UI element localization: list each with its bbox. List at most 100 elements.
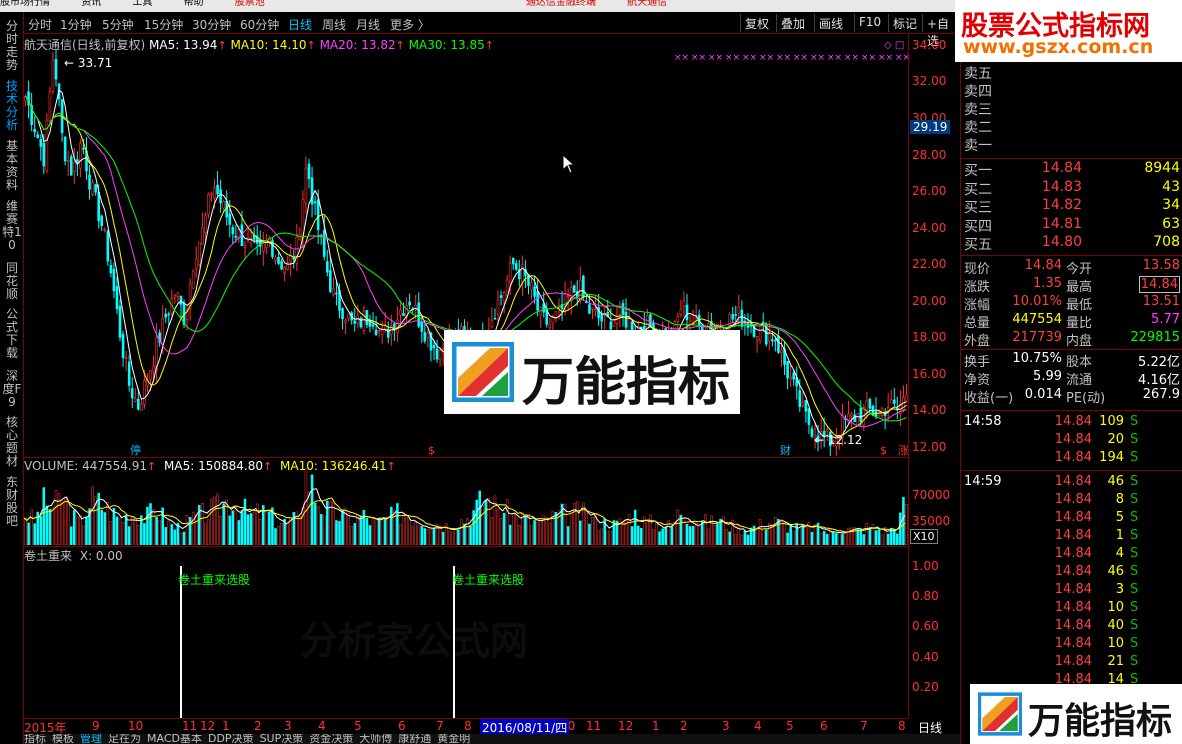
quote-label: 涨跌	[964, 280, 991, 295]
volume-bar	[60, 502, 64, 545]
bid-price: 14.80	[1041, 234, 1082, 250]
indicator-tab[interactable]: 黄金明	[437, 734, 470, 744]
menu-item-stockpool[interactable]: 股票池	[235, 0, 265, 8]
volume-bar	[347, 513, 350, 545]
volume-bar	[612, 520, 616, 545]
indicator-tab[interactable]: 足在为	[108, 734, 141, 744]
bid-row[interactable]: 买四 14.81 63	[962, 216, 1182, 235]
period-1min[interactable]: 1分钟	[60, 16, 92, 33]
indicator-tab[interactable]: 指标	[24, 734, 46, 744]
candle-body	[755, 336, 759, 341]
mark-button[interactable]: 标记	[888, 14, 921, 32]
candle-body	[283, 267, 286, 274]
vtab-tonghuashun[interactable]: 同花顺	[2, 262, 22, 301]
candle-body	[133, 398, 137, 402]
period-more[interactable]: 更多 〉	[390, 16, 430, 33]
bid-row[interactable]: 买二 14.83 43	[962, 179, 1182, 198]
event-marker-icon: ××	[674, 53, 689, 63]
vtab-eastmoney-forum[interactable]: 东财股吧	[2, 476, 22, 528]
draw-button[interactable]: 画线	[814, 14, 847, 32]
candle-body	[39, 139, 43, 147]
menu-item-help[interactable]: 帮助	[184, 0, 204, 8]
tick-volume: 5	[1115, 510, 1124, 525]
tick-side: S	[1130, 654, 1139, 669]
vtab-depth-f9[interactable]: 深度F9	[2, 370, 22, 409]
volume-bar	[801, 524, 805, 545]
volume-bar	[511, 513, 515, 545]
period-5min[interactable]: 5分钟	[102, 16, 134, 33]
bid-row[interactable]: 买三 14.82 34	[962, 197, 1182, 216]
adjust-button[interactable]: 复权	[740, 14, 773, 32]
indicator-tab[interactable]: SUP决策	[260, 734, 304, 744]
candle-body	[432, 345, 436, 349]
diamond-icon[interactable]: ◇ □	[884, 40, 904, 51]
menu-item-market[interactable]: 股市场行情	[0, 0, 50, 8]
candle-body	[435, 348, 439, 360]
volume-bar	[191, 511, 195, 545]
date-tick: 12	[618, 719, 634, 733]
candle-body	[493, 317, 497, 320]
candle-body	[54, 58, 58, 80]
indicator-tab[interactable]: 资金决策	[309, 734, 353, 744]
period-60min[interactable]: 60分钟	[240, 16, 279, 33]
period-15min[interactable]: 15分钟	[144, 16, 183, 33]
event-stamp[interactable]: $	[428, 444, 435, 456]
event-stamp[interactable]: 涨	[898, 444, 908, 456]
candle-body	[551, 316, 555, 324]
menu-item-news[interactable]: 资讯	[81, 0, 101, 8]
volume-bar	[789, 524, 792, 545]
tick-side: S	[1130, 546, 1139, 561]
indicator-tab[interactable]: 大师傅	[359, 734, 392, 744]
bid-volume: 34	[1162, 197, 1180, 213]
candle-body	[326, 261, 329, 273]
tick-volume: 46	[1107, 474, 1124, 489]
volume-bar	[655, 522, 658, 545]
volume-unit-button[interactable]: X10	[910, 529, 938, 544]
volume-bar	[362, 510, 366, 545]
period-30min[interactable]: 30分钟	[192, 16, 231, 33]
event-stamp[interactable]: 财	[780, 443, 791, 456]
indicator-tab[interactable]: DDP决策	[208, 734, 254, 744]
bid-row[interactable]: 买一 14.84 8944	[962, 160, 1182, 179]
ask-label: 卖一	[964, 138, 992, 154]
f10-button[interactable]: F10	[854, 14, 885, 32]
period-weekly[interactable]: 周线	[322, 16, 346, 33]
period-daily[interactable]: 日线	[288, 16, 312, 33]
tick-volume: 46	[1107, 564, 1124, 579]
vtab-timeshare[interactable]: 分时走势	[2, 20, 22, 72]
volume-bar	[688, 526, 692, 545]
indicator-tab[interactable]: 康舒通	[398, 734, 431, 744]
candle-body	[280, 261, 283, 270]
event-marker-icon: ××	[708, 53, 723, 63]
vtab-technical[interactable]: 技术分析	[2, 80, 22, 132]
quote-value: 10.01%	[1012, 294, 1062, 309]
volume-bar	[359, 516, 363, 545]
app-title: 通达信金融终端	[525, 0, 596, 8]
quote-value: 14.84	[1024, 258, 1062, 273]
wanneng-watermark: 万能指标	[444, 330, 740, 414]
vtab-formula-download[interactable]: 公式下载	[2, 308, 22, 360]
indicator-tab[interactable]: MACD基本	[147, 734, 202, 744]
event-marker-icon: ××	[810, 53, 825, 63]
event-marker-icon: ××	[878, 53, 893, 63]
volume-bar	[466, 518, 469, 545]
candle-body	[332, 288, 335, 296]
volume-bar	[127, 526, 131, 545]
event-stamp[interactable]: 停	[130, 443, 141, 456]
indicator-tab[interactable]: 模板	[52, 734, 74, 744]
period-timeshare[interactable]: 分时	[28, 16, 52, 33]
candle-body	[749, 325, 753, 327]
vtab-weisaite[interactable]: 维赛特10	[2, 200, 22, 252]
event-stamp[interactable]: $	[880, 444, 887, 456]
tick-row: 14.84 5 S	[962, 510, 1182, 528]
vtab-fundamentals[interactable]: 基本资料	[2, 140, 22, 192]
period-monthly[interactable]: 月线	[356, 16, 380, 33]
volume-bar	[432, 527, 436, 545]
menu-item-tools[interactable]: 工具	[132, 0, 152, 8]
bid-row[interactable]: 买五 14.80 708	[962, 234, 1182, 253]
overlay-button[interactable]: 叠加	[776, 14, 809, 32]
quote-value: 13.51	[1142, 294, 1180, 309]
indicator-tab[interactable]: 管理	[80, 734, 102, 744]
vtab-core-theme[interactable]: 核心题材	[2, 416, 22, 468]
tick-row: 14:59 14.84 46 S	[962, 474, 1182, 492]
